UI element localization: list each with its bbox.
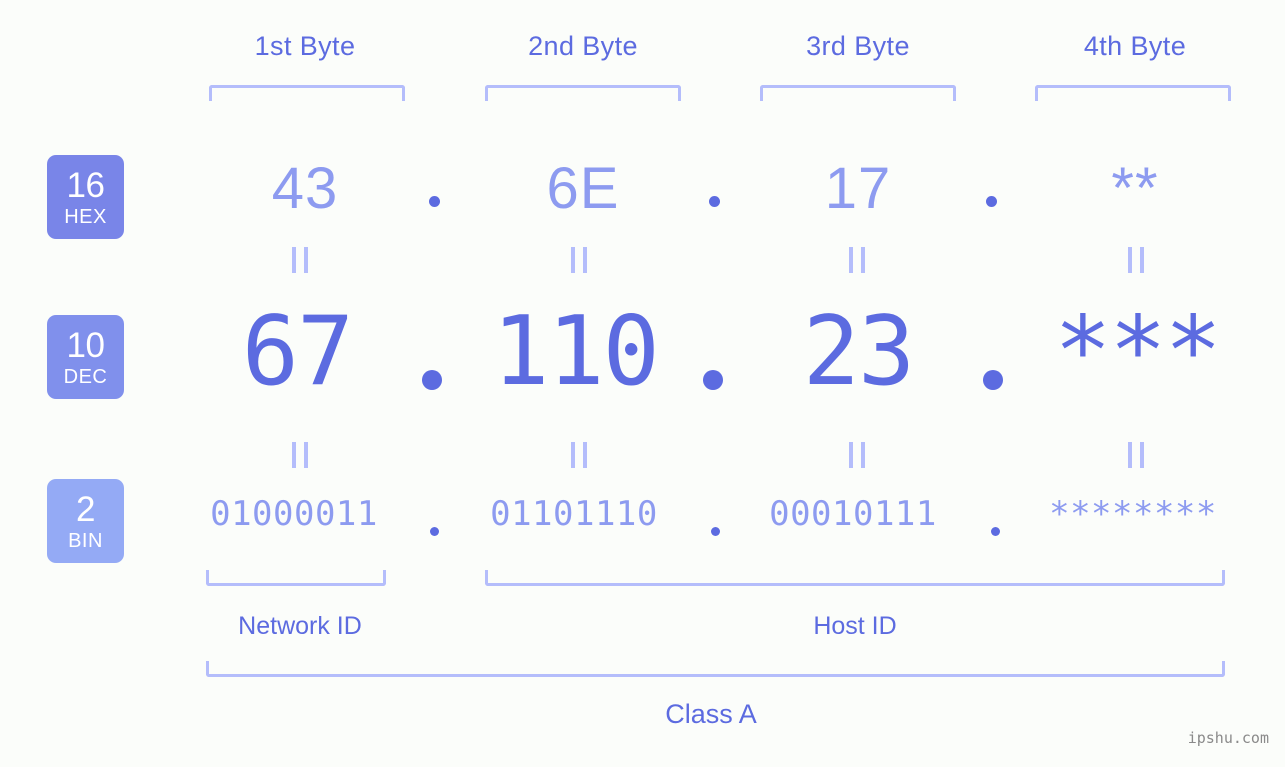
byte-bracket-1 [209,85,405,101]
badge-hex: 16 HEX [47,155,124,239]
equals-marker-dec-bin-4 [1128,442,1144,468]
bin-byte-2: 01101110 [490,494,658,534]
badge-dec-label: DEC [63,365,108,388]
dec-byte-1: 67 [241,297,354,407]
class-bracket [206,661,1225,677]
hex-byte-2: 6E [546,156,620,221]
hex-byte-3: 17 [824,156,892,221]
dec-separator-dot-3 [983,370,1003,390]
host-id-bracket [485,570,1225,586]
byte-header-2: 2nd Byte [528,31,638,61]
byte-header-3: 3rd Byte [806,31,910,61]
dec-byte-2: 110 [492,297,660,407]
byte-header-4: 4th Byte [1083,31,1187,61]
dec-byte-4: *** [1054,297,1222,407]
hex-byte-1: 43 [271,156,339,221]
dec-separator-dot-1 [422,370,442,390]
bin-separator-dot-2 [711,527,720,536]
bin-separator-dot-3 [991,527,1000,536]
dec-byte-3: 23 [802,297,915,407]
equals-marker-hex-dec-2 [571,247,587,273]
hex-byte-4: ** [1111,156,1159,221]
dec-separator-dot-2 [703,370,723,390]
byte-bracket-3 [760,85,956,101]
badge-bin: 2 BIN [47,479,124,563]
equals-marker-dec-bin-2 [571,442,587,468]
equals-marker-hex-dec-4 [1128,247,1144,273]
watermark: ipshu.com [1187,729,1269,747]
badge-bin-number: 2 [76,489,95,529]
badge-dec-number: 10 [66,325,105,365]
byte-header-1: 1st Byte [254,31,356,61]
ip-byte-breakdown-diagram: 1st Byte 2nd Byte 3rd Byte 4th Byte 16 H… [0,0,1285,767]
bin-separator-dot-1 [430,527,439,536]
network-id-bracket [206,570,386,586]
byte-bracket-2 [485,85,681,101]
byte-bracket-4 [1035,85,1231,101]
equals-marker-hex-dec-3 [849,247,865,273]
equals-marker-dec-bin-1 [292,442,308,468]
badge-bin-label: BIN [68,529,103,552]
bin-byte-3: 00010111 [769,494,937,534]
badge-hex-number: 16 [66,165,105,205]
hex-separator-dot-3 [986,196,997,207]
equals-marker-dec-bin-3 [849,442,865,468]
badge-dec: 10 DEC [47,315,124,399]
network-id-label: Network ID [238,612,362,640]
class-label: Class A [665,699,757,729]
badge-hex-label: HEX [64,205,107,228]
bin-byte-1: 01000011 [210,494,378,534]
equals-marker-hex-dec-1 [292,247,308,273]
bin-byte-4: ******** [1049,494,1217,534]
hex-separator-dot-1 [429,196,440,207]
hex-separator-dot-2 [709,196,720,207]
host-id-label: Host ID [813,612,897,640]
